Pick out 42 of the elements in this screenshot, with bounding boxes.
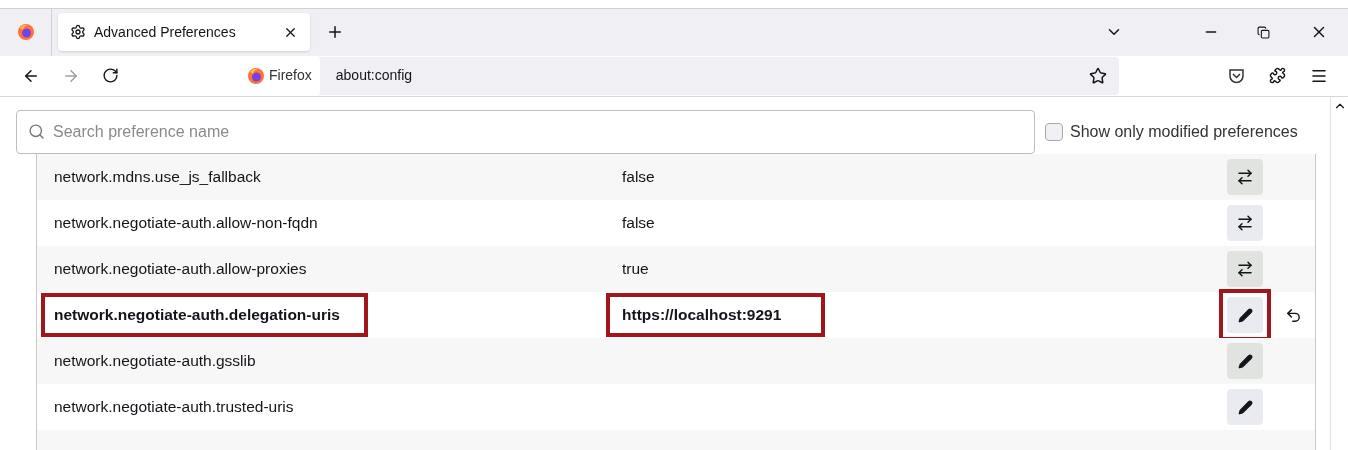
toggle-button[interactable] xyxy=(1227,205,1263,241)
preference-value: true xyxy=(622,259,649,280)
preference-value: false xyxy=(622,167,655,188)
swap-arrows-icon xyxy=(1236,168,1254,186)
preference-name: network.negotiate-auth.gsslib xyxy=(54,351,256,372)
preference-name: network.negotiate-auth.allow-non-fqdn xyxy=(54,213,318,234)
browser-logo-icon xyxy=(16,23,35,42)
preference-name: network.negotiate-auth.allow-proxies xyxy=(54,259,307,280)
pencil-icon xyxy=(1237,353,1253,369)
url-text: about:config xyxy=(335,66,414,86)
toggle-button[interactable] xyxy=(1227,159,1263,195)
preference-value: false xyxy=(622,213,655,234)
pencil-icon xyxy=(1237,307,1253,323)
checkbox-label: Show only modified preferences xyxy=(1070,122,1298,142)
search-icon xyxy=(28,123,45,140)
address-bar[interactable]: Firefox about:config xyxy=(239,56,1119,95)
preference-row[interactable]: network.negotiate-auth.gsslib xyxy=(37,338,1315,384)
edit-button[interactable] xyxy=(1227,297,1263,333)
modified-checkbox[interactable] xyxy=(1045,123,1063,141)
tab-title: Advanced Preferences xyxy=(94,22,237,42)
reload-icon[interactable] xyxy=(102,67,119,85)
swap-arrows-icon xyxy=(1236,214,1254,232)
preference-row[interactable]: network.mdns.use_js_fallback false xyxy=(37,154,1315,200)
preference-row[interactable]: network.negotiate-auth.allow-proxies true xyxy=(37,246,1315,292)
identity-box[interactable]: Firefox xyxy=(239,56,320,95)
preference-name: network.mdns.use_js_fallback xyxy=(54,167,261,188)
puzzle-icon[interactable] xyxy=(1269,67,1286,85)
preference-name: network.negotiate-auth.trusted-uris xyxy=(54,397,294,418)
preference-value: https://localhost:9291 xyxy=(622,305,782,326)
reset-icon[interactable] xyxy=(1284,306,1302,324)
edit-button[interactable] xyxy=(1227,389,1263,425)
settings-icon xyxy=(70,24,86,41)
search-field[interactable]: Search preference name xyxy=(16,110,1035,154)
toggle-button[interactable] xyxy=(1227,251,1263,287)
restore-icon[interactable] xyxy=(1257,25,1270,39)
edit-button[interactable] xyxy=(1227,343,1263,379)
star-icon[interactable] xyxy=(1089,66,1107,85)
pencil-icon xyxy=(1237,399,1253,415)
preference-name: network.negotiate-auth.delegation-uris xyxy=(54,305,340,326)
browser-logo-icon xyxy=(247,66,265,85)
browser-tab[interactable]: Advanced Preferences xyxy=(58,13,310,52)
swap-arrows-icon xyxy=(1236,260,1254,278)
